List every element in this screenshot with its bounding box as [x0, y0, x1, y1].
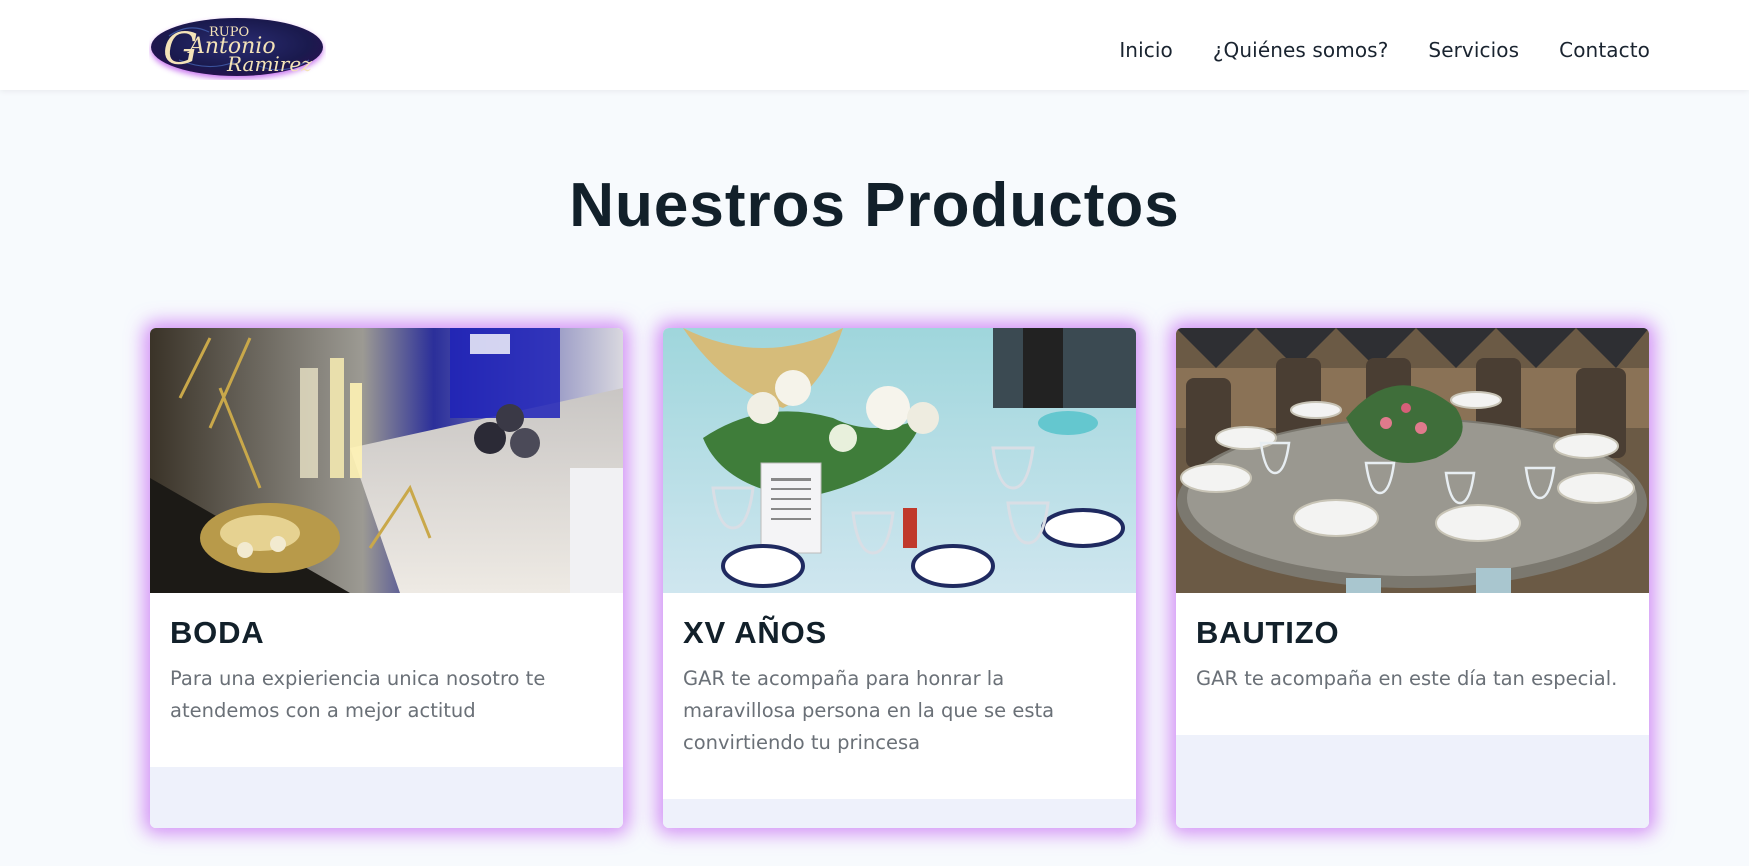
card-body: BAUTIZO GAR te acompaña en este día tan … [1176, 593, 1649, 695]
product-card-bautizo[interactable]: BAUTIZO GAR te acompaña en este día tan … [1176, 328, 1649, 828]
card-title: BODA [170, 615, 265, 650]
site-header: G RUPO Antonio Ramirez Inicio ¿Quiénes s… [0, 0, 1749, 90]
card-footer [663, 799, 1136, 828]
main-nav: Inicio ¿Quiénes somos? Servicios Contact… [1119, 0, 1650, 100]
brand-logo[interactable]: G RUPO Antonio Ramirez [149, 16, 326, 80]
bautizo-photo [1176, 328, 1649, 593]
card-description: GAR te acompaña para honrar la maravillo… [683, 667, 1055, 754]
nav-link-inicio[interactable]: Inicio [1119, 38, 1173, 62]
product-card-boda[interactable]: BODA Para una expieriencia unica nosotro… [150, 328, 623, 828]
boda-photo [150, 328, 623, 593]
card-title: XV AÑOS [683, 615, 827, 650]
nav-link-contacto[interactable]: Contacto [1559, 38, 1650, 62]
nav-link-servicios[interactable]: Servicios [1428, 38, 1519, 62]
xv-anos-photo [663, 328, 1136, 593]
card-footer [1176, 735, 1649, 828]
products-heading: Nuestros Productos [569, 171, 1180, 240]
svg-text:Ramirez: Ramirez [226, 52, 312, 76]
card-body: BODA Para una expieriencia unica nosotro… [150, 593, 623, 727]
product-card-xv-anos[interactable]: XV AÑOS GAR te acompaña para honrar la m… [663, 328, 1136, 828]
card-description: Para una expieriencia unica nosotro te a… [170, 667, 546, 722]
card-footer [150, 767, 623, 828]
card-description: GAR te acompaña en este día tan especial… [1196, 667, 1618, 690]
nav-link-quienes-somos[interactable]: ¿Quiénes somos? [1213, 38, 1389, 62]
card-body: XV AÑOS GAR te acompaña para honrar la m… [663, 593, 1136, 759]
card-title: BAUTIZO [1196, 615, 1340, 650]
